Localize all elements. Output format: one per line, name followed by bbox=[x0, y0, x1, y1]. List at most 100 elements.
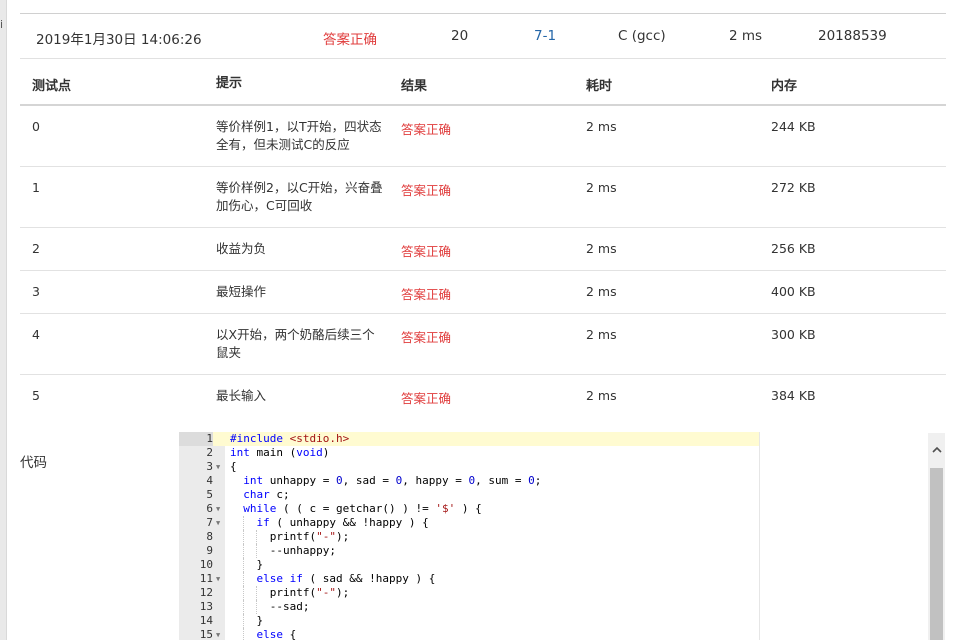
testcase-time: 2 ms bbox=[586, 241, 617, 256]
fold-arrow-icon[interactable]: ▼ bbox=[216, 460, 224, 474]
submission-user: 20188539 bbox=[818, 28, 887, 44]
line-number: 14 bbox=[199, 614, 213, 627]
code-text: else if ( sad && !happy ) { bbox=[256, 572, 436, 585]
chevron-up-icon[interactable] bbox=[928, 445, 945, 465]
code-text: #include <stdio.h> bbox=[230, 432, 350, 445]
code-text: } bbox=[230, 614, 264, 627]
code-editor[interactable]: 1 #include <stdio.h> 2 int main (void) 3 ▼{4 … bbox=[179, 432, 760, 640]
header-result: 结果 bbox=[401, 79, 428, 94]
fold-arrow-icon[interactable]: ▼ bbox=[216, 628, 224, 640]
fold-arrow-icon[interactable]: ▼ bbox=[216, 502, 224, 516]
testcase-result: 答案正确 bbox=[401, 122, 452, 137]
code-text: if ( unhappy && !happy ) { bbox=[256, 516, 429, 529]
problem-link[interactable]: 7-1 bbox=[534, 28, 556, 44]
line-number: 4 bbox=[206, 474, 213, 487]
line-number: 11 bbox=[199, 572, 213, 585]
line-number: 10 bbox=[199, 558, 213, 571]
header-memory: 内存 bbox=[771, 79, 798, 94]
testcase-hint: 最短操作 bbox=[216, 284, 267, 299]
code-line[interactable]: 13 --sad; bbox=[179, 600, 759, 614]
table-row: 5 最长输入 答案正确 2 ms 384 KB bbox=[20, 375, 946, 417]
code-line[interactable]: 4 int unhappy = 0, sad = 0, happy = 0, s… bbox=[179, 474, 759, 488]
header-time: 耗时 bbox=[586, 79, 613, 94]
testcase-time: 2 ms bbox=[586, 327, 617, 342]
testcase-time: 2 ms bbox=[586, 388, 617, 403]
line-number: 1 bbox=[179, 432, 213, 446]
testcase-id: 0 bbox=[32, 119, 40, 134]
line-number: 12 bbox=[199, 586, 213, 599]
testcase-hint: 等价样例2，以C开始，兴奋叠加伤心，C可回收 bbox=[216, 180, 383, 213]
line-number: 9 bbox=[206, 544, 213, 557]
code-line[interactable]: 3 ▼ { bbox=[179, 460, 759, 474]
code-text: printf("-"); bbox=[230, 530, 350, 543]
code-line[interactable]: 8 printf("-"); bbox=[179, 530, 759, 544]
testcase-memory: 272 KB bbox=[771, 180, 816, 195]
testcase-hint: 等价样例1，以T开始，四状态全有，但未测试C的反应 bbox=[216, 119, 382, 152]
line-number: 15 bbox=[199, 628, 213, 640]
fold-arrow-icon[interactable]: ▼ bbox=[216, 572, 224, 586]
code-line[interactable]: 11 ▼ else if ( sad && !happy ) { bbox=[179, 572, 759, 586]
code-text: char c; bbox=[243, 488, 290, 501]
fold-arrow-icon[interactable]: ▼ bbox=[216, 516, 224, 530]
testcase-time: 2 ms bbox=[586, 119, 617, 134]
scrollbar[interactable] bbox=[928, 433, 945, 640]
code-line[interactable]: 9 --unhappy; bbox=[179, 544, 759, 558]
testcase-hint: 收益为负 bbox=[216, 241, 267, 256]
code-line[interactable]: 15 ▼ else { bbox=[179, 628, 759, 640]
code-label: 代码 bbox=[20, 455, 47, 471]
table-header: 测试点 提示 结果 耗时 内存 bbox=[20, 59, 946, 106]
testcase-memory: 300 KB bbox=[771, 327, 816, 342]
submission-language: C (gcc) bbox=[618, 28, 666, 44]
header-hint: 提示 bbox=[216, 76, 243, 91]
test-results-table: 测试点 提示 结果 耗时 内存 0 等价样例1，以T开始，四状态全有，但未测试C… bbox=[20, 59, 946, 417]
truncated-glyph: i bbox=[0, 18, 4, 31]
table-row: 0 等价样例1，以T开始，四状态全有，但未测试C的反应 答案正确 2 ms 24… bbox=[20, 106, 946, 167]
line-number: 3 bbox=[206, 460, 213, 473]
code-text: printf("-"); bbox=[230, 586, 350, 599]
code-line[interactable]: 7 ▼ if ( unhappy && !happy ) { bbox=[179, 516, 759, 530]
line-number: 5 bbox=[206, 488, 213, 501]
code-text: else { bbox=[256, 628, 297, 640]
table-row: 3 最短操作 答案正确 2 ms 400 KB bbox=[20, 271, 946, 314]
testcase-result: 答案正确 bbox=[401, 244, 452, 259]
submission-time: 2019年1月30日 14:06:26 bbox=[36, 32, 202, 48]
table-row: 4 以X开始，两个奶酪后续三个鼠夹 答案正确 2 ms 300 KB bbox=[20, 314, 946, 375]
code-text: --sad; bbox=[230, 600, 310, 613]
code-line[interactable]: 2 int main (void) bbox=[179, 446, 759, 460]
table-row: 2 收益为负 答案正确 2 ms 256 KB bbox=[20, 228, 946, 271]
table-row: 1 等价样例2，以C开始，兴奋叠加伤心，C可回收 答案正确 2 ms 272 K… bbox=[20, 167, 946, 228]
submission-duration: 2 ms bbox=[729, 28, 763, 44]
code-line[interactable]: 5 char c; bbox=[179, 488, 759, 502]
scrollbar-thumb[interactable] bbox=[930, 468, 943, 640]
line-number: 6 bbox=[206, 502, 213, 515]
testcase-memory: 400 KB bbox=[771, 284, 816, 299]
testcase-hint: 以X开始，两个奶酪后续三个鼠夹 bbox=[216, 327, 375, 360]
testcase-id: 1 bbox=[32, 180, 40, 195]
submission-score: 20 bbox=[451, 28, 469, 44]
code-line[interactable]: 12 printf("-"); bbox=[179, 586, 759, 600]
testcase-time: 2 ms bbox=[586, 284, 617, 299]
line-number: 8 bbox=[206, 530, 213, 543]
testcase-hint: 最长输入 bbox=[216, 388, 267, 403]
code-lines[interactable]: 1 #include <stdio.h> 2 int main (void) 3 ▼{4 … bbox=[179, 432, 759, 640]
testcase-memory: 384 KB bbox=[771, 388, 816, 403]
code-line[interactable]: 1 #include <stdio.h> bbox=[179, 432, 759, 446]
testcase-id: 5 bbox=[32, 388, 40, 403]
code-line[interactable]: 6 ▼ while ( ( c = getchar() ) != '$' ) { bbox=[179, 502, 759, 516]
submission-summary-row: 2019年1月30日 14:06:26 答案正确 20 7-1 C (gcc) … bbox=[20, 14, 946, 59]
testcase-id: 3 bbox=[32, 284, 40, 299]
code-text: while ( ( c = getchar() ) != '$' ) { bbox=[243, 502, 482, 515]
header-testcase: 测试点 bbox=[32, 79, 72, 94]
line-number: 7 bbox=[206, 516, 213, 529]
testcase-id: 4 bbox=[32, 327, 40, 342]
testcase-id: 2 bbox=[32, 241, 40, 256]
code-text: int unhappy = 0, sad = 0, happy = 0, sum… bbox=[243, 474, 542, 487]
code-line[interactable]: 10 } bbox=[179, 558, 759, 572]
code-text: { bbox=[230, 460, 237, 473]
code-text: } bbox=[230, 558, 264, 571]
testcase-result: 答案正确 bbox=[401, 287, 452, 302]
line-number: 13 bbox=[199, 600, 213, 613]
left-panel-edge: i bbox=[0, 0, 7, 640]
code-line[interactable]: 14 } bbox=[179, 614, 759, 628]
code-text: int main (void) bbox=[230, 446, 330, 459]
